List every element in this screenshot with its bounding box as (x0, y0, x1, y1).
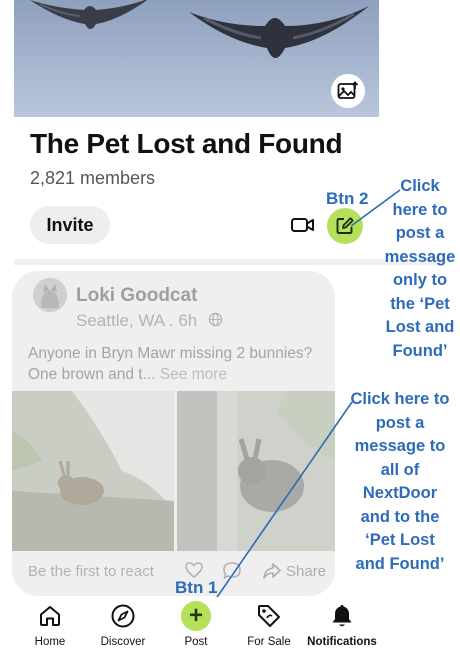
edit-cover-photo-button[interactable] (331, 74, 365, 108)
avatar[interactable] (33, 278, 67, 312)
heart-icon (185, 562, 203, 579)
video-button[interactable] (290, 214, 316, 236)
post-author[interactable]: Loki Goodcat (76, 285, 197, 307)
video-camera-icon (291, 218, 314, 232)
post-photo-2[interactable] (177, 391, 335, 551)
share-icon (263, 563, 281, 579)
compose-group-post-button[interactable] (327, 208, 363, 244)
image-upload-icon (337, 81, 359, 99)
btn1-note-line: NextDoor (362, 484, 438, 502)
post-card[interactable]: Loki Goodcat Seattle, WA . 6h Anyone in … (12, 271, 335, 596)
btn1-note-line: message to (354, 437, 446, 455)
post-body: Anyone in Bryn Mawr missing 2 bunnies? O… (28, 343, 333, 385)
btn1-note-line: and to the (360, 507, 440, 526)
cover-photo (14, 0, 379, 117)
btn2-note-line: Click (400, 177, 440, 195)
btn2-note-line: Lost and (385, 318, 455, 336)
member-count[interactable]: 2,821 members (30, 168, 155, 189)
post-location: Seattle, WA . 6h (76, 311, 198, 330)
btn1-annotation: Click here to post a message to all of N… (340, 388, 460, 576)
btn1-note-line: post a (375, 413, 425, 432)
home-icon (40, 606, 60, 626)
plus-icon: + (181, 601, 211, 631)
btn2-note-line: the ‘Pet (390, 294, 450, 313)
btn1-note-line: all of (380, 460, 420, 479)
post-location-time: Seattle, WA . 6h (76, 311, 223, 331)
pigeon-image-2 (189, 6, 369, 58)
btn2-note-line: only to (392, 271, 448, 289)
btn2-note-line: Found’ (392, 341, 448, 360)
btn2-label: Btn 2 (326, 189, 369, 208)
cat-avatar-image (33, 278, 67, 312)
see-more-link[interactable]: See more (160, 366, 227, 383)
reaction-prompt: Be the first to react (28, 563, 154, 580)
share-label: Share (286, 562, 327, 580)
compose-icon (336, 217, 354, 234)
btn2-note-line: here to (392, 200, 448, 219)
bottom-nav: Home Discover + Post For Sale Notificati… (0, 597, 460, 652)
bunny-photo-1 (12, 391, 174, 551)
btn2-annotation: Click here to post a message only to the… (378, 175, 460, 363)
invite-button[interactable]: Invite (30, 206, 110, 244)
pigeon-image (30, 0, 148, 29)
comment-icon (223, 562, 241, 580)
btn1-label: Btn 1 (175, 578, 218, 597)
btn2-note-line: message (384, 247, 456, 266)
globe-icon (208, 312, 223, 327)
btn2-note-line: post a (395, 224, 445, 242)
post-photo-1[interactable] (12, 391, 174, 551)
nav-notifications[interactable]: Notifications (297, 597, 387, 648)
share-button[interactable]: Share (262, 562, 326, 580)
group-title: The Pet Lost and Found (30, 128, 343, 159)
btn1-note-line: Click here to (350, 390, 450, 408)
bell-icon (332, 605, 352, 627)
btn1-note-line: and Found’ (355, 554, 445, 573)
nav-notifications-label: Notifications (307, 636, 377, 648)
bunny-photo-2 (177, 391, 335, 551)
price-tag-icon (258, 605, 280, 627)
btn1-note-line: ‘Pet Lost (365, 531, 435, 549)
comment-button[interactable] (222, 561, 242, 585)
compass-icon (111, 604, 135, 628)
